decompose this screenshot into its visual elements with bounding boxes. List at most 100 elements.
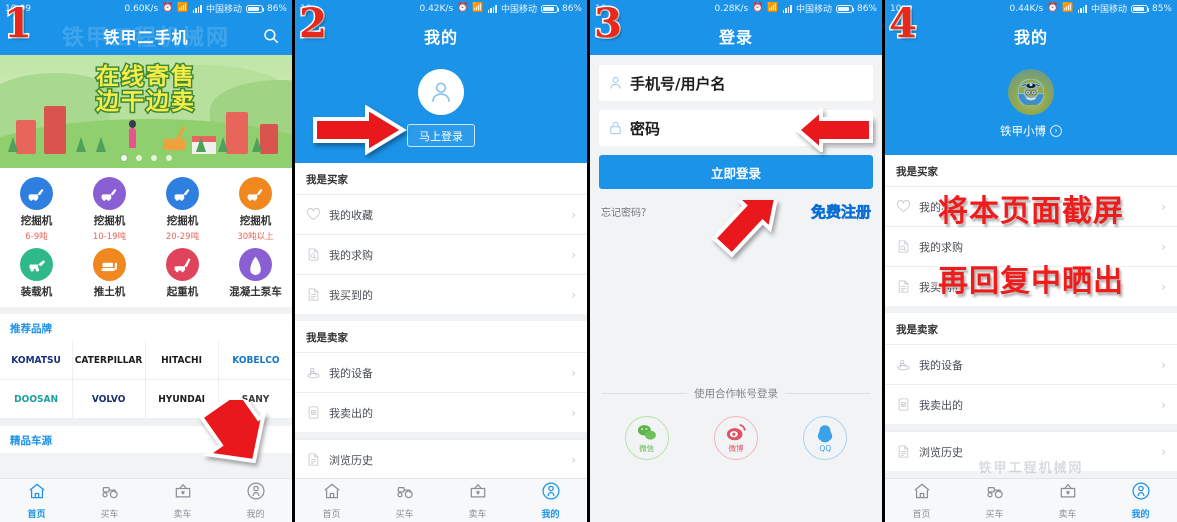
brand-item[interactable]: HITACHI (146, 341, 219, 380)
login-now-button[interactable]: 马上登录 (407, 124, 475, 147)
banner-dot[interactable] (165, 155, 172, 161)
category-name: 挖掘机 (166, 215, 199, 227)
tab-label: 买车 (985, 510, 1004, 520)
category-item[interactable]: 混凝土泵车 (219, 248, 292, 299)
title-bar: 我的 (885, 17, 1177, 55)
tab-买车[interactable]: 买车 (73, 479, 146, 522)
machine-icon (896, 357, 911, 372)
alarm-icon: ⏰ (162, 3, 174, 13)
person-icon (1131, 481, 1151, 505)
banner-dot[interactable] (120, 155, 127, 161)
panel-home: 1 10:09 0.60K/s ⏰ 📶 中国移动 86% 铁甲工程机械网 铁甲二… (0, 0, 295, 522)
avatar[interactable] (418, 69, 464, 115)
category-item[interactable]: 挖掘机 6-9吨 (0, 177, 73, 242)
battery-icon (835, 4, 855, 13)
tab-首页[interactable]: 首页 (885, 479, 958, 522)
user-name-row[interactable]: 铁甲小博 › (1000, 123, 1062, 139)
promo-banner[interactable]: 在线寄售 边干边卖 (0, 55, 292, 168)
section-divider (0, 307, 292, 314)
crane-icon (166, 248, 199, 281)
tab-我的[interactable]: 我的 (1104, 479, 1177, 522)
list-item[interactable]: 我的收藏 › (295, 194, 587, 234)
profile-header: 铁甲小博 › (885, 55, 1177, 155)
username-placeholder: 手机号/用户名 (630, 74, 726, 93)
username-field[interactable]: 手机号/用户名 (599, 65, 873, 101)
panel-mine-logged-out: 2 10 0.42K/s ⏰ 📶 中国移动 86% 我的 马上登录 我是买家 我的… (295, 0, 590, 522)
annotation-arrow (795, 108, 873, 152)
battery-icon (540, 4, 560, 13)
register-link[interactable]: 免费注册 (811, 201, 872, 222)
tab-卖车[interactable]: 卖车 (1031, 479, 1104, 522)
user-icon (608, 75, 623, 91)
home-icon (912, 481, 932, 505)
annotation-arrow (313, 105, 407, 155)
qq-login-button[interactable]: QQ (803, 416, 848, 460)
status-network-speed: 0.42K/s (419, 3, 454, 14)
category-item[interactable]: 挖掘机 20-29吨 (146, 177, 219, 242)
wifi-icon: 📶 (767, 3, 779, 13)
status-network-speed: 0.28K/s (714, 3, 749, 14)
status-battery: 86% (856, 3, 877, 14)
brand-item[interactable]: CATERPILLAR (73, 341, 146, 380)
title-bar: 登录 (590, 17, 882, 55)
tab-我的[interactable]: 我的 (219, 479, 292, 522)
category-item[interactable]: 推土机 (73, 248, 146, 299)
list-group-header: 我是买家 (885, 155, 1177, 186)
list-item[interactable]: 浏览历史 › (295, 439, 587, 479)
list-item[interactable]: 我的求购 › (295, 234, 587, 274)
alarm-icon: ⏰ (752, 3, 764, 13)
brand-item[interactable]: DOOSAN (0, 380, 73, 419)
category-item[interactable]: 装载机 (0, 248, 73, 299)
avatar[interactable] (1008, 69, 1054, 115)
category-item[interactable]: 挖掘机 10-19吨 (73, 177, 146, 242)
checkdoc-icon (306, 405, 321, 420)
tab-首页[interactable]: 首页 (295, 479, 368, 522)
tab-买车[interactable]: 买车 (368, 479, 441, 522)
list-item[interactable]: 我的设备 › (885, 344, 1177, 384)
home-icon (27, 481, 47, 505)
banner-dot[interactable] (135, 155, 142, 161)
section-divider (295, 314, 587, 321)
category-item[interactable]: 起重机 (146, 248, 219, 299)
tab-卖车[interactable]: 卖车 (441, 479, 514, 522)
weibo-login-button[interactable]: 微博 (713, 416, 758, 460)
search-icon[interactable] (262, 27, 280, 45)
partner-login-section: 使用合作帐号登录 微信 微博 QQ (590, 386, 882, 478)
tab-首页[interactable]: 首页 (0, 479, 73, 522)
tab-label: 首页 (322, 510, 341, 520)
submit-login-button[interactable]: 立即登录 (599, 155, 873, 189)
brand-item[interactable]: KOMATSU (0, 341, 73, 380)
brand-label: HITACHI (161, 354, 203, 366)
doc-icon (306, 287, 321, 302)
tab-我的[interactable]: 我的 (514, 479, 587, 522)
banner-dots[interactable] (0, 155, 292, 161)
overlay-instruction-line-1: 将本页面截屏 (937, 193, 1125, 231)
banner-dot[interactable] (150, 155, 157, 161)
signal-icon (487, 4, 497, 13)
bottom-tab-bar: 首页 买车 卖车 我的 (885, 478, 1177, 522)
list-item[interactable]: 我买到的 › (295, 274, 587, 314)
brand-label: CATERPILLAR (75, 354, 143, 366)
wechat-login-button[interactable]: 微信 (624, 416, 669, 460)
category-item[interactable]: 挖掘机 30吨以上 (219, 177, 292, 242)
forgot-password-link[interactable]: 忘记密码？ (601, 204, 651, 219)
list-item[interactable]: 我卖出的 › (885, 384, 1177, 424)
chevron-right-icon: › (571, 365, 576, 380)
password-placeholder: 密码 (630, 119, 661, 138)
list-item-label: 我的设备 (919, 358, 963, 372)
tab-卖车[interactable]: 卖车 (146, 479, 219, 522)
brand-item[interactable]: KOBELCO (219, 341, 292, 380)
status-bar: 10 0.42K/s ⏰ 📶 中国移动 86% (295, 0, 587, 17)
tractor-icon (985, 481, 1005, 505)
banner-line-2: 边干边卖 (95, 88, 196, 117)
list-item[interactable]: 我卖出的 › (295, 392, 587, 432)
list-item[interactable]: 我的设备 › (295, 352, 587, 392)
list-item-label: 我卖出的 (329, 406, 373, 420)
status-battery: 85% (1151, 3, 1172, 14)
signal-icon (1077, 4, 1087, 13)
section-divider (295, 432, 587, 439)
page-title: 登录 (718, 28, 753, 47)
panel-number-badge: 4 (888, 0, 919, 47)
tab-买车[interactable]: 买车 (958, 479, 1031, 522)
brand-item[interactable]: VOLVO (73, 380, 146, 419)
